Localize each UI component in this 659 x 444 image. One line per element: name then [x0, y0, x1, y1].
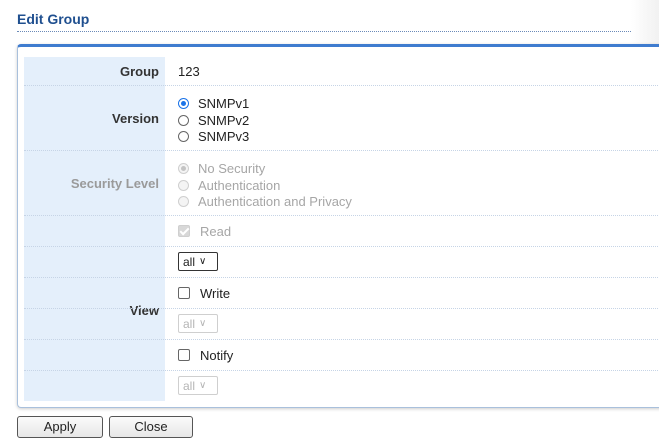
write-view-value: all — [183, 316, 196, 331]
snmpv3-radio[interactable] — [178, 130, 189, 142]
group-value: 123 — [178, 63, 200, 79]
read-label: Read — [200, 223, 232, 239]
notify-option[interactable]: Notify — [178, 347, 233, 363]
view-read-row: Read — [24, 216, 659, 247]
security-option-authentication: Authentication — [178, 177, 280, 193]
snmpv1-radio[interactable] — [178, 97, 189, 109]
write-option[interactable]: Write — [178, 285, 230, 301]
security-option-no-security: No Security — [178, 160, 265, 176]
group-label: Group — [120, 64, 159, 79]
version-option-snmpv2[interactable]: SNMPv2 — [178, 112, 249, 128]
security-level-label: Security Level — [70, 176, 159, 191]
no-security-radio — [178, 162, 189, 174]
version-option-snmpv1[interactable]: SNMPv1 — [178, 95, 249, 111]
notify-view-value: all — [183, 378, 196, 393]
authentication-radio — [178, 179, 189, 191]
snmpv1-label: SNMPv1 — [198, 95, 250, 111]
edit-group-form: Group 123 Version SNMPv1 SNMPv2 SNMPv3 S… — [17, 44, 659, 408]
view-notify-select-row: all ∨ — [24, 371, 659, 401]
read-checkbox — [178, 225, 190, 237]
close-button[interactable]: Close — [109, 416, 193, 438]
page-title: Edit Group — [17, 11, 90, 27]
title-divider — [17, 31, 659, 32]
notify-label: Notify — [200, 347, 234, 363]
view-write-select-row: all ∨ — [24, 309, 659, 340]
auth-privacy-label: Authentication and Privacy — [198, 193, 352, 209]
security-level-row: Security Level No Security Authenticatio… — [24, 151, 659, 216]
snmpv2-radio[interactable] — [178, 114, 189, 126]
version-row: Version SNMPv1 SNMPv2 SNMPv3 — [24, 86, 659, 151]
read-view-value: all — [183, 254, 196, 269]
security-option-auth-privacy: Authentication and Privacy — [178, 193, 352, 209]
view-write-row: Write — [24, 278, 659, 309]
notify-view-select: all ∨ — [178, 376, 218, 395]
chevron-down-icon: ∨ — [199, 318, 207, 329]
no-security-label: No Security — [198, 160, 266, 176]
auth-privacy-radio — [178, 195, 189, 207]
read-view-select[interactable]: all ∨ — [178, 252, 218, 271]
version-label: Version — [112, 111, 159, 126]
chevron-down-icon: ∨ — [199, 380, 207, 391]
authentication-label: Authentication — [198, 177, 281, 193]
notify-checkbox[interactable] — [178, 349, 190, 361]
view-notify-row: Notify — [24, 340, 659, 371]
apply-button[interactable]: Apply — [17, 416, 103, 438]
group-row: Group 123 — [24, 57, 659, 86]
write-label: Write — [200, 285, 231, 301]
snmpv2-label: SNMPv2 — [198, 112, 250, 128]
write-checkbox[interactable] — [178, 287, 190, 299]
view-read-select-row: all ∨ — [24, 247, 659, 278]
write-view-select: all ∨ — [178, 314, 218, 333]
version-option-snmpv3[interactable]: SNMPv3 — [178, 128, 249, 144]
snmpv3-label: SNMPv3 — [198, 128, 250, 144]
chevron-down-icon: ∨ — [199, 256, 207, 267]
read-option: Read — [178, 223, 231, 239]
